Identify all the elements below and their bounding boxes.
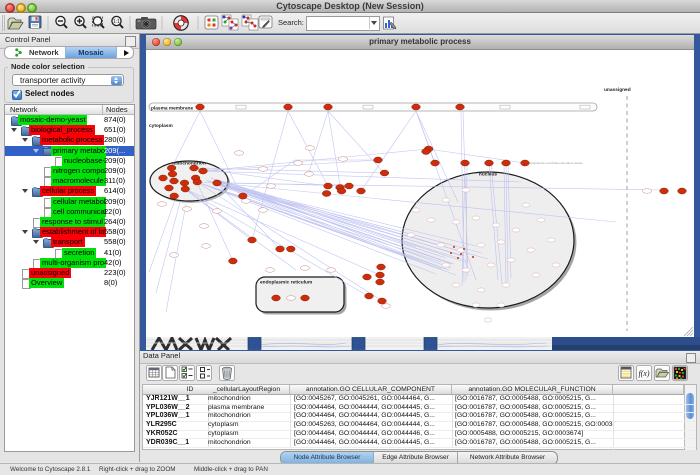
svg-text:f(x): f(x) — [638, 369, 649, 378]
svg-text:plasma membrane: plasma membrane — [151, 106, 193, 112]
svg-text:unassigned: unassigned — [604, 87, 631, 93]
svg-text:endoplasmic reticulum: endoplasmic reticulum — [260, 280, 312, 286]
svg-text:cytoplasmic membrane-bounded v: cytoplasmic membrane-bounded vesicle — [529, 161, 583, 165]
svg-text:cytoplasm: cytoplasm — [149, 123, 173, 129]
svg-text:1:1: 1:1 — [113, 19, 120, 25]
svg-text:nucleus: nucleus — [479, 172, 497, 178]
svg-text:mitochondrion: mitochondrion — [172, 161, 206, 167]
